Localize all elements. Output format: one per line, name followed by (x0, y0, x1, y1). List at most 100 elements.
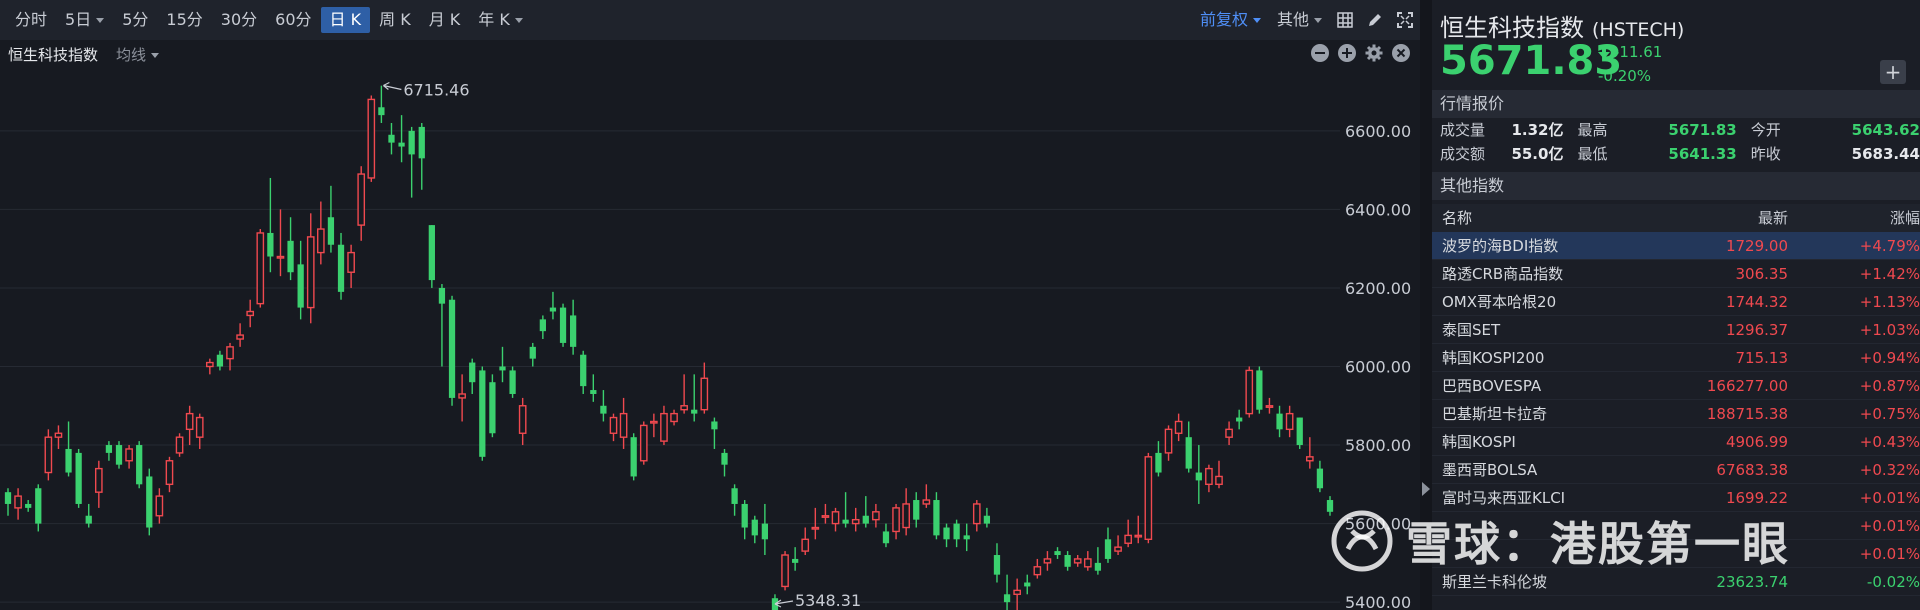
candle-body (317, 228, 325, 254)
candle-body (792, 558, 799, 563)
period-tab[interactable]: 日 K (320, 7, 371, 33)
amt-label: 成交额 (1440, 145, 1486, 163)
period-tabs: 分时 5日 5分 15分 30分 60分日 K 周 K 月 K 年 K (0, 7, 532, 33)
candle-body (983, 515, 991, 524)
candle-body (489, 382, 496, 434)
candle-body (1256, 370, 1263, 410)
ma-label: 均线 (116, 45, 147, 64)
y-tick-label: 5800.00 (1345, 436, 1411, 455)
col-change[interactable]: 涨幅 (1788, 204, 1920, 232)
fullscreen-icon[interactable] (1393, 8, 1417, 32)
candle-body (206, 361, 214, 368)
period-tab[interactable]: 5分 (113, 7, 157, 33)
candle-body (165, 460, 174, 486)
candle-body (972, 503, 981, 525)
period-tab[interactable]: 30分 (212, 7, 266, 33)
index-change-cell: +0.87% (1859, 377, 1920, 395)
candle-body (146, 476, 153, 528)
index-latest-cell: 715.13 (1735, 349, 1789, 367)
period-toolbar: 分时 5日 5分 15分 30分 60分日 K 周 K 月 K 年 K 前复权 其他 (0, 0, 1420, 40)
candle-body (1285, 412, 1294, 431)
col-latest[interactable]: 最新 (1632, 204, 1788, 232)
pen-icon[interactable] (1363, 8, 1387, 32)
candle-body (226, 346, 234, 360)
candle-body (1174, 420, 1183, 434)
candle-body (469, 362, 476, 383)
table-row[interactable]: 巴基斯坦卡拉奇 188715.38 +0.75% (1432, 400, 1920, 428)
candle-body (539, 319, 546, 332)
gear-icon[interactable] (1365, 44, 1383, 62)
candle-body (428, 225, 435, 281)
candle-body (1164, 428, 1173, 454)
index-change-cell: +0.01% (1859, 517, 1920, 535)
index-latest-cell: 306.35 (1735, 265, 1789, 283)
candle-body (630, 437, 637, 477)
candle-body (105, 445, 113, 453)
candlestick-chart[interactable]: 6600.006400.006200.006000.005800.005600.… (0, 68, 1420, 610)
index-name-cell: 墨西哥BOLSA (1442, 461, 1538, 479)
index-latest-cell: 67683.38 (1716, 461, 1788, 479)
candle-body (418, 126, 425, 159)
period-label: 5日 (65, 10, 92, 29)
candle-body (276, 255, 285, 259)
add-watch-button[interactable]: + (1880, 60, 1906, 84)
snowball-logo-icon (1331, 510, 1393, 572)
col-name[interactable]: 名称 (1432, 204, 1632, 232)
table-row[interactable]: 巴西BOVESPA 166277.00 +0.87% (1432, 372, 1920, 400)
watermark: 雪球：港股第一眼 (1330, 506, 1790, 576)
period-tab[interactable]: 周 K (370, 7, 420, 33)
index-change-cell: +4.79% (1859, 237, 1920, 255)
index-change-cell: +1.42% (1859, 265, 1920, 283)
candle-body (1144, 456, 1153, 541)
low-value: 5641.33 (1668, 145, 1737, 163)
period-label: 月 K (428, 10, 461, 29)
period-tab[interactable]: 月 K (420, 7, 470, 33)
candle-body (600, 405, 607, 414)
candle-body (711, 421, 718, 430)
candle-body (125, 448, 133, 462)
period-tab[interactable]: 15分 (157, 7, 211, 33)
candle-body (4, 492, 12, 504)
candle-body (1134, 534, 1143, 538)
ma-dropdown[interactable]: 均线 (116, 44, 160, 65)
chevron-down-icon (96, 18, 105, 23)
candle-body (993, 555, 1001, 575)
index-latest-cell: 1729.00 (1725, 237, 1788, 255)
chevron-down-icon (151, 52, 160, 58)
chevron-down-icon (514, 18, 523, 23)
table-row[interactable]: 韩国KOSPI 4906.99 +0.43% (1432, 428, 1920, 456)
period-tab[interactable]: 年 K (469, 7, 532, 33)
period-label: 60分 (275, 10, 312, 29)
period-tab[interactable]: 60分 (266, 7, 320, 33)
index-change-cell: +0.01% (1859, 545, 1920, 563)
period-tab[interactable]: 分时 (6, 7, 56, 33)
candle-body (851, 518, 860, 525)
table-row[interactable]: OMX哥本哈根20 1744.32 +1.13% (1432, 288, 1920, 316)
plus-circle-icon[interactable] (1338, 44, 1356, 62)
table-row[interactable]: 泰国SET 1296.37 +1.03% (1432, 316, 1920, 344)
table-row[interactable]: 墨西哥BOLSA 67683.38 +0.32% (1432, 456, 1920, 484)
period-tab[interactable]: 5日 (56, 7, 113, 33)
table-row[interactable]: 路透CRB商品指数 306.35 +1.42% (1432, 260, 1920, 288)
other-label: 其他 (1276, 10, 1309, 29)
table-row[interactable]: 波罗的海BDI指数 1729.00 +4.79% (1432, 232, 1920, 260)
index-change-cell: +0.01% (1859, 489, 1920, 507)
change-value: -11.61 (1614, 43, 1663, 61)
others-section-header: 其他指数 (1432, 172, 1920, 200)
other-dropdown[interactable]: 其他 (1269, 7, 1330, 33)
close-circle-icon[interactable] (1392, 44, 1410, 62)
candle-body (1024, 582, 1031, 587)
candle-body (811, 526, 820, 530)
candle-body (922, 499, 931, 505)
candle-body (741, 503, 748, 528)
adjust-dropdown[interactable]: 前复权 (1192, 7, 1269, 33)
candle-body (518, 405, 527, 434)
index-change-cell: +0.75% (1859, 405, 1920, 423)
index-name-cell: 路透CRB商品指数 (1442, 265, 1564, 283)
minus-circle-icon[interactable] (1311, 44, 1329, 62)
table-row[interactable]: 韩国KOSPI200 715.13 +0.94% (1432, 344, 1920, 372)
candle-body (821, 515, 830, 518)
chevron-right-icon[interactable] (1422, 482, 1430, 496)
candle-body (801, 538, 810, 552)
grid-icon[interactable] (1333, 8, 1357, 32)
